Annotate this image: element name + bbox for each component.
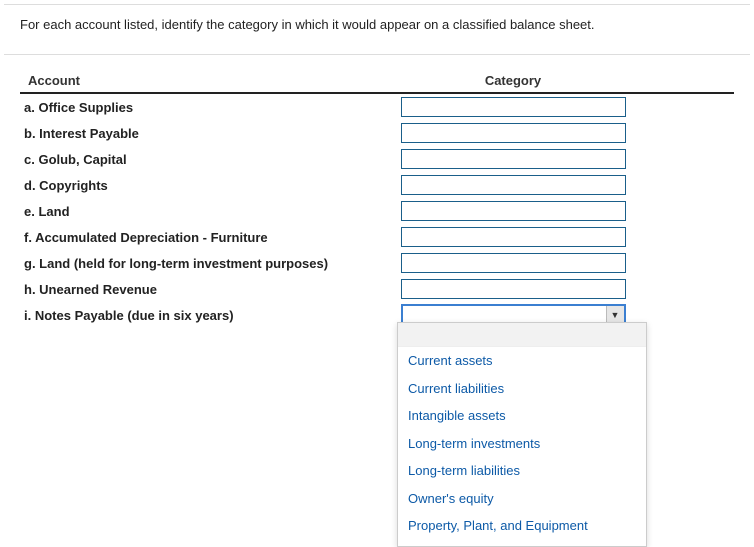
category-field bbox=[398, 201, 628, 221]
category-field bbox=[398, 123, 628, 143]
table-row: d. Copyrights bbox=[20, 172, 734, 198]
dropdown-option[interactable]: Owner's equity bbox=[398, 485, 646, 513]
dropdown-option[interactable]: Intangible assets bbox=[398, 402, 646, 430]
table-row: c. Golub, Capital bbox=[20, 146, 734, 172]
table-row: e. Land bbox=[20, 198, 734, 224]
table-row: h. Unearned Revenue bbox=[20, 276, 734, 302]
dropdown-option[interactable]: Long-term investments bbox=[398, 430, 646, 458]
category-select[interactable] bbox=[401, 149, 626, 169]
account-label: c. Golub, Capital bbox=[20, 152, 398, 167]
table-row: a. Office Supplies bbox=[20, 94, 734, 120]
dropdown-option[interactable]: Current assets bbox=[398, 347, 646, 375]
dropdown-option[interactable]: Long-term liabilities bbox=[398, 457, 646, 485]
category-select[interactable] bbox=[401, 253, 626, 273]
category-select[interactable] bbox=[401, 97, 626, 117]
header-account: Account bbox=[20, 73, 398, 88]
question-container: For each account listed, identify the ca… bbox=[4, 4, 750, 55]
account-label: h. Unearned Revenue bbox=[20, 282, 398, 297]
category-field bbox=[398, 227, 628, 247]
table-row: g. Land (held for long-term investment p… bbox=[20, 250, 734, 276]
dropdown-blank-option[interactable] bbox=[398, 323, 646, 347]
category-field bbox=[398, 253, 628, 273]
category-select[interactable] bbox=[401, 279, 626, 299]
table-row: b. Interest Payable bbox=[20, 120, 734, 146]
account-label: d. Copyrights bbox=[20, 178, 398, 193]
table-row: f. Accumulated Depreciation - Furniture bbox=[20, 224, 734, 250]
category-select[interactable] bbox=[401, 175, 626, 195]
account-label: e. Land bbox=[20, 204, 398, 219]
instruction-text: For each account listed, identify the ca… bbox=[20, 17, 734, 42]
dropdown-option[interactable]: Property, Plant, and Equipment bbox=[398, 512, 646, 540]
account-label: g. Land (held for long-term investment p… bbox=[20, 256, 398, 271]
category-select[interactable] bbox=[401, 123, 626, 143]
category-field bbox=[398, 175, 628, 195]
rows-container: a. Office Supplies b. Interest Payable c. … bbox=[20, 94, 734, 328]
content-area: Account Category a. Office Supplies b. In… bbox=[0, 73, 754, 328]
category-select[interactable] bbox=[401, 201, 626, 221]
category-field bbox=[398, 97, 628, 117]
dropdown-menu: Current assetsCurrent liabilitiesIntangi… bbox=[397, 322, 647, 547]
account-label: f. Accumulated Depreciation - Furniture bbox=[20, 230, 398, 245]
header-category: Category bbox=[398, 73, 628, 88]
account-label: i. Notes Payable (due in six years) bbox=[20, 308, 398, 323]
account-label: a. Office Supplies bbox=[20, 100, 398, 115]
category-select[interactable] bbox=[401, 227, 626, 247]
table-header: Account Category bbox=[20, 73, 734, 94]
category-field bbox=[398, 279, 628, 299]
category-field bbox=[398, 149, 628, 169]
dropdown-option[interactable]: Current liabilities bbox=[398, 375, 646, 403]
account-label: b. Interest Payable bbox=[20, 126, 398, 141]
